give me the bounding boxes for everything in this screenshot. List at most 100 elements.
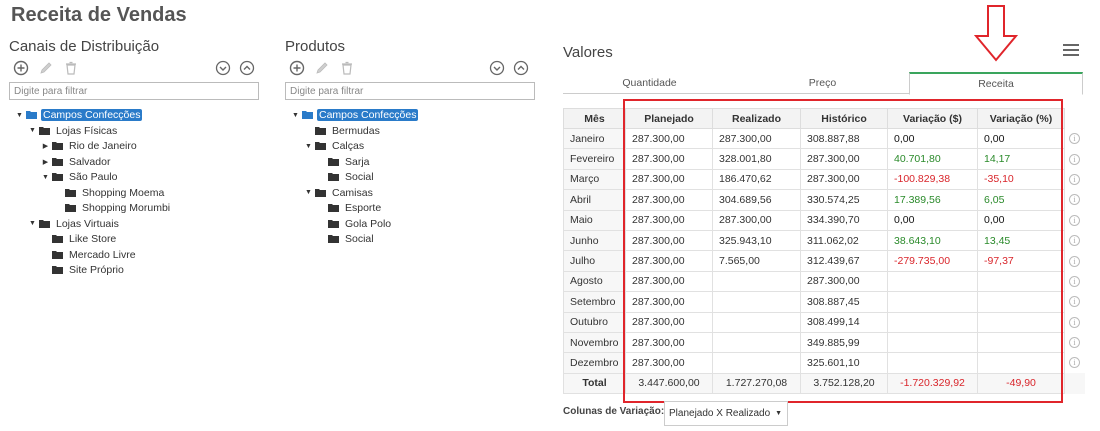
tree-node[interactable]: Social [317,232,376,246]
tab-preco[interactable]: Preço [736,72,909,94]
table-row[interactable]: Fevereiro 287.300,00 328.001,80 287.300,00 4… [563,148,1085,170]
tree-node[interactable]: ▼ Camisas [304,186,375,200]
cell-var-pct [977,311,1065,333]
tree-node[interactable]: Esporte [317,201,383,215]
menu-icon[interactable] [1063,44,1079,58]
tree-node[interactable]: Social [317,170,376,184]
collapse-all-icon[interactable] [215,60,231,76]
info-icon[interactable]: i [1069,235,1080,247]
info-cell: i [1065,149,1085,169]
caret-right-icon[interactable]: ▶ [41,158,50,166]
col-header-planned[interactable]: Planejado [625,108,713,129]
tree-node[interactable]: Bermudas [304,124,382,138]
tree-node[interactable]: Mercado Livre [41,248,138,262]
cell-planned: 287.300,00 [625,189,713,211]
col-header-var-pct[interactable]: Variação (%) [977,108,1065,129]
caret-down-icon[interactable]: ▼ [28,220,37,227]
table-row[interactable]: Outubro 287.300,00 308.499,14 i [563,311,1085,333]
tree-node[interactable]: ▶ Rio de Janeiro [41,139,139,153]
delete-icon[interactable] [63,60,79,76]
info-icon[interactable]: i [1069,173,1080,185]
variation-select[interactable]: Planejado X Realizado ▼ [664,401,788,426]
expand-all-icon[interactable] [239,60,255,76]
caret-down-icon[interactable]: ▼ [28,127,37,134]
cell-var-pct: -35,10 [977,168,1065,191]
folder-icon [50,265,67,275]
table-row[interactable]: Junho 287.300,00 325.943,10 311.062,02 38.64… [563,229,1085,252]
table-row[interactable]: Dezembro 287.300,00 325.601,10 i [563,352,1085,374]
cell-history: 330.574,25 [800,189,888,211]
table-row[interactable]: Abril 287.300,00 304.689,56 330.574,25 17.38… [563,189,1085,211]
tree-node-label: Lojas Físicas [56,124,118,137]
add-icon[interactable] [289,60,305,76]
cell-realized [712,291,801,313]
table-row[interactable]: Agosto 287.300,00 287.300,00 i [563,270,1085,293]
info-icon[interactable]: i [1069,153,1080,165]
info-icon[interactable]: i [1069,357,1080,369]
tab-receita[interactable]: Receita [909,72,1083,95]
cell-month: Total [563,372,626,395]
col-header-info [1064,108,1085,129]
info-icon[interactable]: i [1069,296,1080,308]
info-icon[interactable]: i [1069,214,1080,226]
tree-node-label: Campos Confecções [317,109,419,121]
table-row[interactable]: Janeiro 287.300,00 287.300,00 308.887,88 0,0… [563,127,1085,150]
info-icon[interactable]: i [1069,316,1080,328]
delete-icon[interactable] [339,60,355,76]
tree-node[interactable]: Site Próprio [41,263,126,277]
collapse-all-icon[interactable] [489,60,505,76]
table-row[interactable]: Março 287.300,00 186.470,62 287.300,00 -100.… [563,168,1085,191]
tree-node[interactable]: Shopping Moema [54,186,166,200]
cell-var-pct [977,270,1065,293]
tree-node-label: Shopping Moema [82,186,165,199]
info-icon[interactable]: i [1069,133,1080,145]
caret-down-icon[interactable]: ▼ [291,112,300,119]
tree-node[interactable]: ▼ Campos Confecções [291,108,419,122]
tree-node[interactable]: Shopping Morumbi [54,201,172,215]
tree-node[interactable]: ▼ São Paulo [41,170,119,184]
col-header-month[interactable]: Mês [563,108,626,129]
caret-down-icon[interactable]: ▼ [304,143,313,150]
tree-node-label: Social [345,233,374,245]
table-row[interactable]: Novembro 287.300,00 349.885,99 i [563,331,1085,354]
col-header-realized[interactable]: Realizado [712,108,801,129]
tree-node[interactable]: Gola Polo [317,217,393,231]
products-title: Produtos [285,38,346,55]
caret-down-icon[interactable]: ▼ [304,189,313,196]
tree-node[interactable]: Sarja [317,155,372,169]
caret-right-icon[interactable]: ▶ [41,142,50,150]
tab-quantidade[interactable]: Quantidade [563,72,736,94]
info-cell: i [1065,332,1085,352]
info-icon[interactable]: i [1069,275,1080,287]
info-icon[interactable]: i [1069,194,1080,206]
cell-month: Novembro [563,331,626,354]
cell-realized: 7.565,00 [712,250,801,272]
tree-node[interactable]: ▼ Calças [304,139,366,153]
caret-down-icon[interactable]: ▼ [41,174,50,181]
col-header-history[interactable]: Histórico [800,108,888,129]
tree-node[interactable]: ▼ Lojas Físicas [28,124,119,138]
edit-icon[interactable] [38,60,54,76]
expand-all-icon[interactable] [513,60,529,76]
table-total-row[interactable]: Total 3.447.600,00 1.727.270,08 3.752.128,2… [563,372,1085,395]
tree-node[interactable]: ▶ Salvador [41,155,112,169]
cell-month: Outubro [563,311,626,333]
cell-history: 308.499,14 [800,311,888,333]
tree-node[interactable]: ▼ Campos Confecções [15,108,143,122]
tree-node[interactable]: Like Store [41,232,118,246]
info-icon[interactable]: i [1069,255,1080,267]
table-row[interactable]: Setembro 287.300,00 308.887,45 i [563,291,1085,313]
tree-node-label: São Paulo [69,171,118,183]
add-icon[interactable] [13,60,29,76]
col-header-var-abs[interactable]: Variação ($) [887,108,978,129]
cell-planned: 3.447.600,00 [625,372,713,395]
products-filter-input[interactable] [285,82,535,100]
info-icon[interactable]: i [1069,337,1080,349]
edit-icon[interactable] [314,60,330,76]
tree-node[interactable]: ▼ Lojas Virtuais [28,217,121,231]
cell-var-pct: -97,37 [977,250,1065,272]
channels-filter-input[interactable] [9,82,259,100]
caret-down-icon[interactable]: ▼ [15,112,24,119]
table-row[interactable]: Maio 287.300,00 287.300,00 334.390,70 0,00 0,… [563,209,1085,231]
table-row[interactable]: Julho 287.300,00 7.565,00 312.439,67 -279.73… [563,250,1085,272]
